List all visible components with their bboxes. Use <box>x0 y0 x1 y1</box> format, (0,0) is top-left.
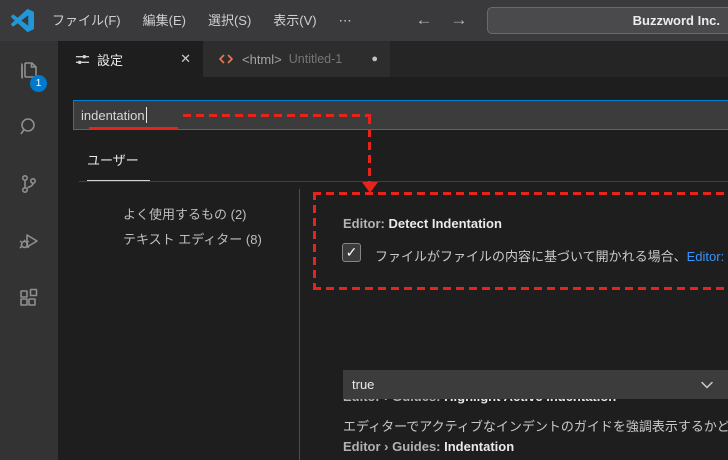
annotation-arrowhead <box>362 182 378 193</box>
setting-description-link[interactable]: Editor: <box>687 249 725 264</box>
command-center[interactable]: Buzzword Inc. <box>487 7 728 34</box>
setting-description-highlight-active-indentation: エディターでアクティブなインデントのガイドを強調表示するかどうか <box>343 419 728 434</box>
toc-commonly-used[interactable]: よく使用するもの (2) <box>123 204 247 223</box>
tab-settings-label: 設定 <box>97 52 124 68</box>
tab-html-description: Untitled-1 <box>288 52 343 66</box>
menu-selection[interactable]: 選択(S) <box>197 0 262 41</box>
tab-untitled-html[interactable]: <html> Untitled-1 ● <box>203 41 390 77</box>
setting-description-detect-indentation: ファイルがファイルの内容に基づいて開かれる場合、Editor: <box>375 246 724 265</box>
toc-text-editor[interactable]: テキスト エディター (8) <box>123 229 262 248</box>
explorer-badge: 1 <box>30 75 47 92</box>
tab-bar: 設定 ✕ <html> Untitled-1 ● <box>58 41 728 77</box>
tab-settings[interactable]: 設定 ✕ <box>58 41 203 77</box>
explorer-icon[interactable]: 1 <box>0 41 58 98</box>
modified-dot-icon[interactable]: ● <box>371 53 378 65</box>
tab-html-label: <html> <box>242 51 282 67</box>
setting-name: Indentation <box>444 439 515 454</box>
setting-title-detect-indentation: Editor: Detect Indentation <box>343 216 502 231</box>
setting-description-text: ファイルがファイルの内容に基づいて開かれる場合、 <box>375 249 687 264</box>
source-control-icon[interactable] <box>0 155 58 212</box>
menu-edit[interactable]: 編集(E) <box>132 0 197 41</box>
back-arrow-icon[interactable]: ← <box>412 0 436 40</box>
setting-category: Editor: <box>343 216 389 231</box>
title-bar: ファイル(F) 編集(E) 選択(S) 表示(V) ⋯ ← → Buzzword… <box>0 0 728 41</box>
detect-indentation-checkbox[interactable]: ✓ <box>342 243 361 262</box>
setting-title-guides-indentation: Editor › Guides: Indentation <box>343 439 514 454</box>
close-icon[interactable]: ✕ <box>180 51 191 67</box>
vscode-logo-icon <box>11 9 34 32</box>
menu-file[interactable]: ファイル(F) <box>41 0 132 41</box>
settings-editor: indentation ユーザー よく使用するもの (2) テキスト エディター… <box>58 77 728 460</box>
select-value: true <box>352 377 375 392</box>
run-and-debug-icon[interactable] <box>0 212 58 269</box>
scope-rule <box>79 181 728 182</box>
scope-tab-user[interactable]: ユーザー <box>87 150 139 169</box>
setting-name: Detect Indentation <box>388 216 502 231</box>
settings-sliders-icon <box>75 54 90 64</box>
menu-view[interactable]: 表示(V) <box>262 0 327 41</box>
highlight-active-indentation-select[interactable]: true <box>343 370 728 399</box>
settings-search-input[interactable]: indentation <box>73 100 728 130</box>
settings-search-value: indentation <box>81 107 145 123</box>
setting-category: Editor › Guides: <box>343 439 445 454</box>
annotation-dashed-box <box>313 192 728 290</box>
menu-bar: ファイル(F) 編集(E) 選択(S) 表示(V) ⋯ <box>41 0 363 41</box>
search-icon[interactable] <box>0 98 58 155</box>
toc-divider <box>299 189 300 460</box>
code-brackets-icon <box>219 54 233 64</box>
activity-bar: 1 <box>0 41 58 460</box>
forward-arrow-icon[interactable]: → <box>447 0 471 40</box>
text-caret <box>145 107 148 123</box>
menu-more-icon[interactable]: ⋯ <box>328 0 363 41</box>
extensions-icon[interactable] <box>0 269 58 326</box>
chevron-down-icon <box>701 381 713 389</box>
